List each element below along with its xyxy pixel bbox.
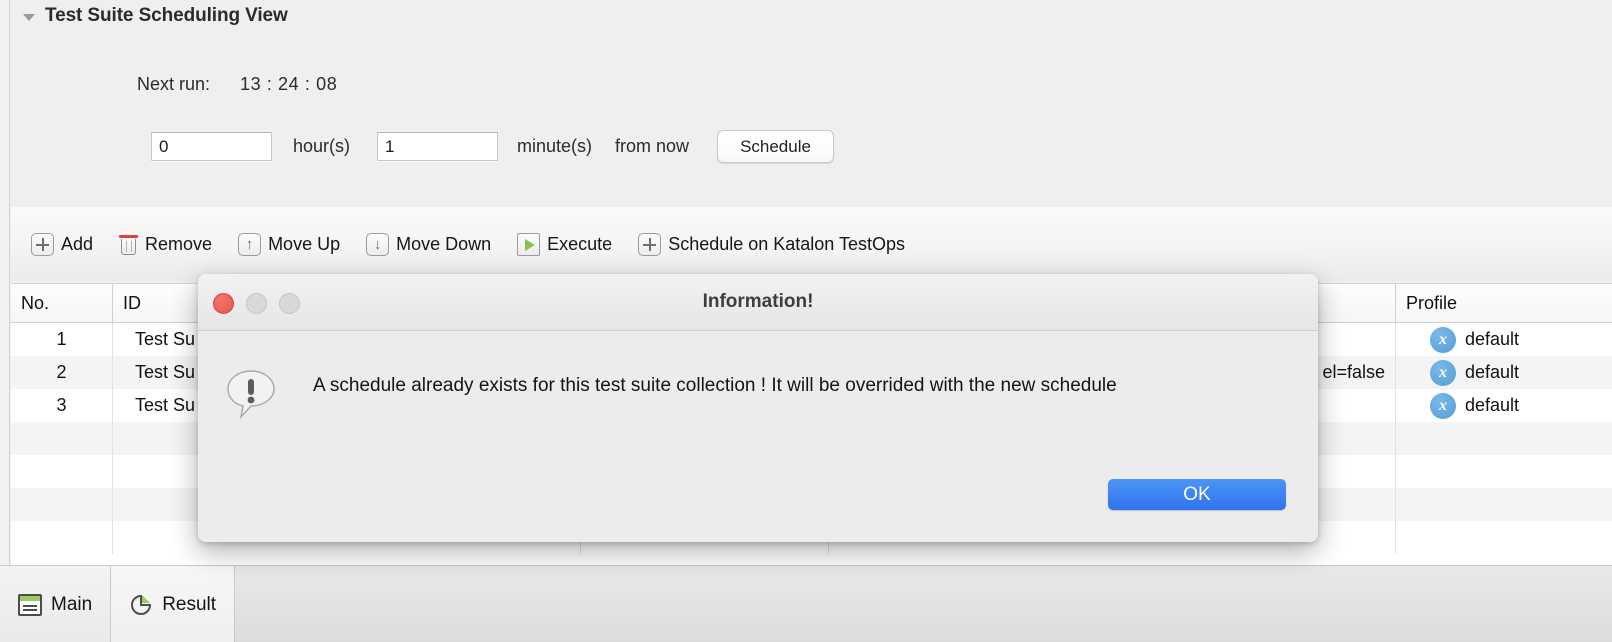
cell-no: 1 [56, 329, 67, 349]
cell-profile: x default [1395, 389, 1612, 422]
minimize-icon [246, 293, 267, 314]
remove-button-label: Remove [145, 233, 213, 254]
column-header-no[interactable]: No. [11, 284, 112, 322]
exclamation-bubble-icon [225, 367, 277, 420]
execute-button-label: Execute [547, 233, 613, 254]
cell-profile: x default [1395, 356, 1612, 389]
arrow-up-box-icon: ↑ [238, 232, 262, 256]
cell-no [11, 488, 112, 521]
cell-profile [1395, 455, 1612, 488]
collection-toolbar: Add Remove ↑ Move Up ↓ Move Down Execute [11, 207, 1612, 281]
cell-no: 3 [56, 395, 67, 415]
page-title: Test Suite Scheduling View [45, 5, 288, 26]
dialog-title: Information! [702, 291, 814, 312]
play-box-icon [517, 232, 541, 256]
profile-label: default [1465, 395, 1520, 415]
hours-input[interactable] [151, 132, 272, 161]
execute-button[interactable]: Execute [517, 232, 613, 256]
pie-chart-icon [129, 593, 153, 617]
next-run-row: Next run: 13 : 24 : 08 [137, 74, 337, 95]
profile-label: default [1465, 362, 1520, 382]
next-run-label: Next run: [137, 74, 211, 94]
move-up-button[interactable]: ↑ Move Up [238, 232, 341, 256]
panel-header[interactable]: Test Suite Scheduling View [23, 5, 288, 27]
test-suite-scheduling-panel: Test Suite Scheduling View Next run: 13 … [11, 0, 1612, 207]
next-run-value: 13 : 24 : 08 [240, 74, 338, 94]
move-down-button[interactable]: ↓ Move Down [366, 232, 492, 256]
move-down-button-label: Move Down [396, 233, 492, 254]
dialog-title-bar: Information! [198, 274, 1318, 331]
form-list-icon [18, 593, 42, 616]
cell-profile [1395, 422, 1612, 455]
zoom-icon [279, 293, 300, 314]
hours-label: hour(s) [293, 136, 351, 156]
left-rail-border [0, 0, 10, 565]
from-now-label: from now [615, 136, 690, 156]
cell-no [11, 455, 112, 488]
profile-x-icon: x [1430, 392, 1456, 419]
schedule-button[interactable]: Schedule [717, 130, 834, 163]
arrow-down-box-icon: ↓ [366, 232, 390, 256]
tab-main-label: Main [51, 593, 93, 615]
profile-x-icon: x [1430, 326, 1456, 353]
traffic-lights [213, 293, 300, 314]
minutes-label: minute(s) [517, 136, 593, 156]
schedule-on-testops-button[interactable]: Schedule on Katalon TestOps [638, 232, 906, 256]
minutes-input[interactable] [377, 132, 499, 161]
plus-box-icon [638, 232, 662, 256]
profile-label: default [1465, 329, 1520, 349]
close-icon[interactable] [213, 293, 234, 314]
schedule-on-testops-label: Schedule on Katalon TestOps [668, 233, 906, 254]
add-button-label: Add [61, 233, 94, 254]
schedule-controls-row: hour(s) minute(s) from now Schedule [151, 130, 834, 163]
remove-button[interactable]: Remove [119, 233, 212, 256]
cell-no [11, 422, 112, 455]
triangle-down-icon[interactable] [23, 14, 35, 21]
add-button[interactable]: Add [31, 232, 94, 256]
dialog-body: A schedule already exists for this test … [198, 331, 1318, 542]
move-up-button-label: Move Up [268, 233, 341, 254]
trash-icon [119, 233, 139, 256]
bottom-tab-bar: Main Result [0, 565, 1612, 642]
katalon-test-suite-collection-window: Test Suite Scheduling View Next run: 13 … [0, 0, 1612, 642]
tab-main[interactable]: Main [0, 566, 112, 642]
information-dialog: Information! A schedule already exists f… [198, 274, 1318, 542]
profile-x-icon: x [1430, 359, 1456, 386]
cell-no: 2 [56, 362, 67, 382]
dialog-message: A schedule already exists for this test … [313, 375, 1117, 396]
tab-result[interactable]: Result [111, 566, 236, 642]
cell-profile [1395, 488, 1612, 521]
cell-no [11, 521, 112, 554]
ok-button[interactable]: OK [1108, 479, 1286, 510]
tab-result-label: Result [162, 593, 217, 615]
column-header-profile[interactable]: Profile [1395, 284, 1612, 322]
cell-profile [1395, 521, 1612, 554]
plus-box-icon [31, 232, 54, 256]
cell-profile: x default [1395, 323, 1612, 356]
